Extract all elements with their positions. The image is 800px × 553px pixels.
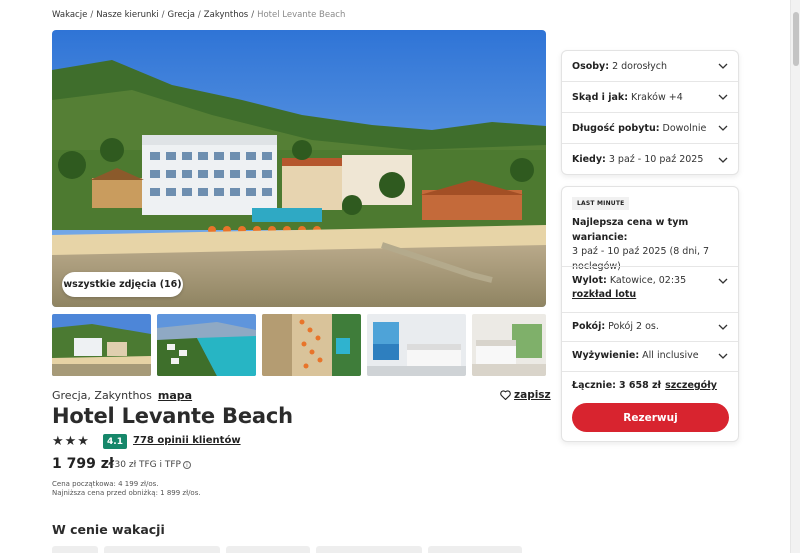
total-price: Łącznie: 3 658 zł szczegóły: [572, 380, 717, 391]
flight-schedule-link[interactable]: rozkład lotu: [572, 289, 728, 300]
section-title: W cenie wakacji: [52, 522, 165, 537]
map-link[interactable]: mapa: [158, 389, 192, 402]
lowest-price-note: Najniższa cena przed obniżką: 1 899 zł/o…: [52, 489, 201, 497]
flight-label: Wylot:: [572, 275, 607, 286]
room-value: Pokój 2 os.: [608, 321, 659, 332]
room-selector[interactable]: Pokój: Pokój 2 os.: [572, 321, 728, 332]
row-label: Długość pobytu:: [572, 122, 660, 134]
row-value: Dowolnie: [662, 122, 707, 134]
row-label: Skąd i jak:: [572, 91, 629, 103]
best-price-value: 3 paź - 10 paź 2025 (8 dni, 7 noclegów): [572, 246, 710, 272]
rating-badge: 4.1: [103, 434, 127, 449]
thumbnail-hotel-room[interactable]: [472, 314, 546, 376]
hotel-location: Grecja, Zakynthos mapa: [52, 389, 192, 402]
row-value: Kraków +4: [631, 91, 683, 103]
included-features-row: [52, 546, 522, 553]
row-value: 2 dorosłych: [612, 60, 667, 72]
star-rating: ★★★: [52, 434, 90, 449]
offer-panel: LAST MINUTE Najlepsza cena w tym warianc…: [561, 186, 739, 442]
total-label: Łącznie:: [572, 380, 616, 391]
row-label: Osoby:: [572, 60, 610, 72]
scrollbar[interactable]: [790, 0, 800, 553]
price-extra-text: +30 zł TFG i TFP: [107, 460, 181, 470]
divider: [562, 266, 738, 267]
feature-chip[interactable]: [428, 546, 522, 553]
chevron-down-icon: [718, 157, 728, 163]
breadcrumb-item[interactable]: Grecja: [168, 10, 195, 20]
chevron-down-icon: [718, 94, 728, 100]
divider: [562, 341, 738, 342]
duration-selector[interactable]: Długość pobytu: Dowolnie: [562, 113, 738, 144]
feature-chip[interactable]: [316, 546, 422, 553]
flight-selector[interactable]: Wylot: Katowice, 02:35 rozkład lotu: [572, 275, 728, 300]
departure-selector[interactable]: Skąd i jak: Kraków +4: [562, 82, 738, 113]
thumbnail-beach-umbrellas-aerial[interactable]: [262, 314, 361, 376]
divider: [562, 312, 738, 313]
book-button[interactable]: Rezerwuj: [572, 403, 729, 432]
row-value: 3 paź - 10 paź 2025: [608, 154, 704, 165]
thumbnail-hotel-room-sea-view[interactable]: [367, 314, 466, 376]
breadcrumb-item[interactable]: Zakynthos: [204, 10, 248, 20]
last-minute-badge: LAST MINUTE: [572, 197, 630, 210]
best-price-label: Najlepsza cena w tym wariancie:: [572, 217, 689, 243]
all-photos-button[interactable]: wszystkie zdjęcia (16): [62, 272, 183, 297]
thumbnail-coastline-aerial[interactable]: [157, 314, 256, 376]
save-label: zapisz: [514, 389, 551, 401]
board-label: Wyżywienie:: [572, 350, 640, 361]
price-amount: 1 799 zł: [52, 456, 115, 472]
feature-chip[interactable]: [226, 546, 310, 553]
hero-photo[interactable]: [52, 30, 546, 307]
room-label: Pokój:: [572, 321, 606, 332]
location-text: Grecja, Zakynthos: [52, 389, 152, 402]
chevron-down-icon: [718, 125, 728, 131]
flight-value: Katowice, 02:35: [609, 275, 687, 286]
scrollbar-thumb[interactable]: [793, 12, 799, 66]
chevron-down-icon: [718, 324, 728, 330]
feature-chip[interactable]: [52, 546, 98, 553]
breadcrumb: Wakacje / Nasze kierunki / Grecja / Zakynthos /…: [52, 10, 346, 20]
board-value: All inclusive: [642, 350, 699, 361]
info-icon[interactable]: i: [182, 461, 191, 469]
price-extra: +30 zł TFG i TFP i: [107, 460, 191, 470]
feature-chip[interactable]: [104, 546, 220, 553]
breadcrumb-item[interactable]: Nasze kierunki: [96, 10, 158, 20]
initial-price-note: Cena początkowa: 4 199 zł/os.: [52, 480, 159, 488]
divider: [562, 371, 738, 372]
reviews-link[interactable]: 778 opinii klientów: [133, 435, 241, 446]
save-button[interactable]: zapisz: [500, 389, 551, 401]
heart-icon: [500, 390, 511, 400]
thumbnail-hotel-beach-view[interactable]: [52, 314, 151, 376]
breadcrumb-item[interactable]: Wakacje: [52, 10, 87, 20]
details-link[interactable]: szczegóły: [665, 380, 717, 391]
hotel-beach-photo: [52, 30, 546, 307]
breadcrumb-current: Hotel Levante Beach: [257, 10, 346, 20]
chevron-down-icon: [718, 353, 728, 359]
hotel-name: Hotel Levante Beach: [52, 404, 293, 428]
persons-selector[interactable]: Osoby: 2 dorosłych: [562, 51, 738, 82]
photo-thumbnails: [52, 314, 546, 376]
chevron-down-icon: [718, 63, 728, 69]
row-label: Kiedy:: [572, 154, 606, 165]
search-panel: Osoby: 2 dorosłych Skąd i jak: Kraków +4 D…: [561, 50, 739, 175]
chevron-down-icon: [718, 278, 728, 284]
board-selector[interactable]: Wyżywienie: All inclusive: [572, 350, 728, 361]
total-value: 3 658 zł: [618, 380, 662, 391]
date-selector[interactable]: Kiedy: 3 paź - 10 paź 2025: [562, 144, 738, 175]
